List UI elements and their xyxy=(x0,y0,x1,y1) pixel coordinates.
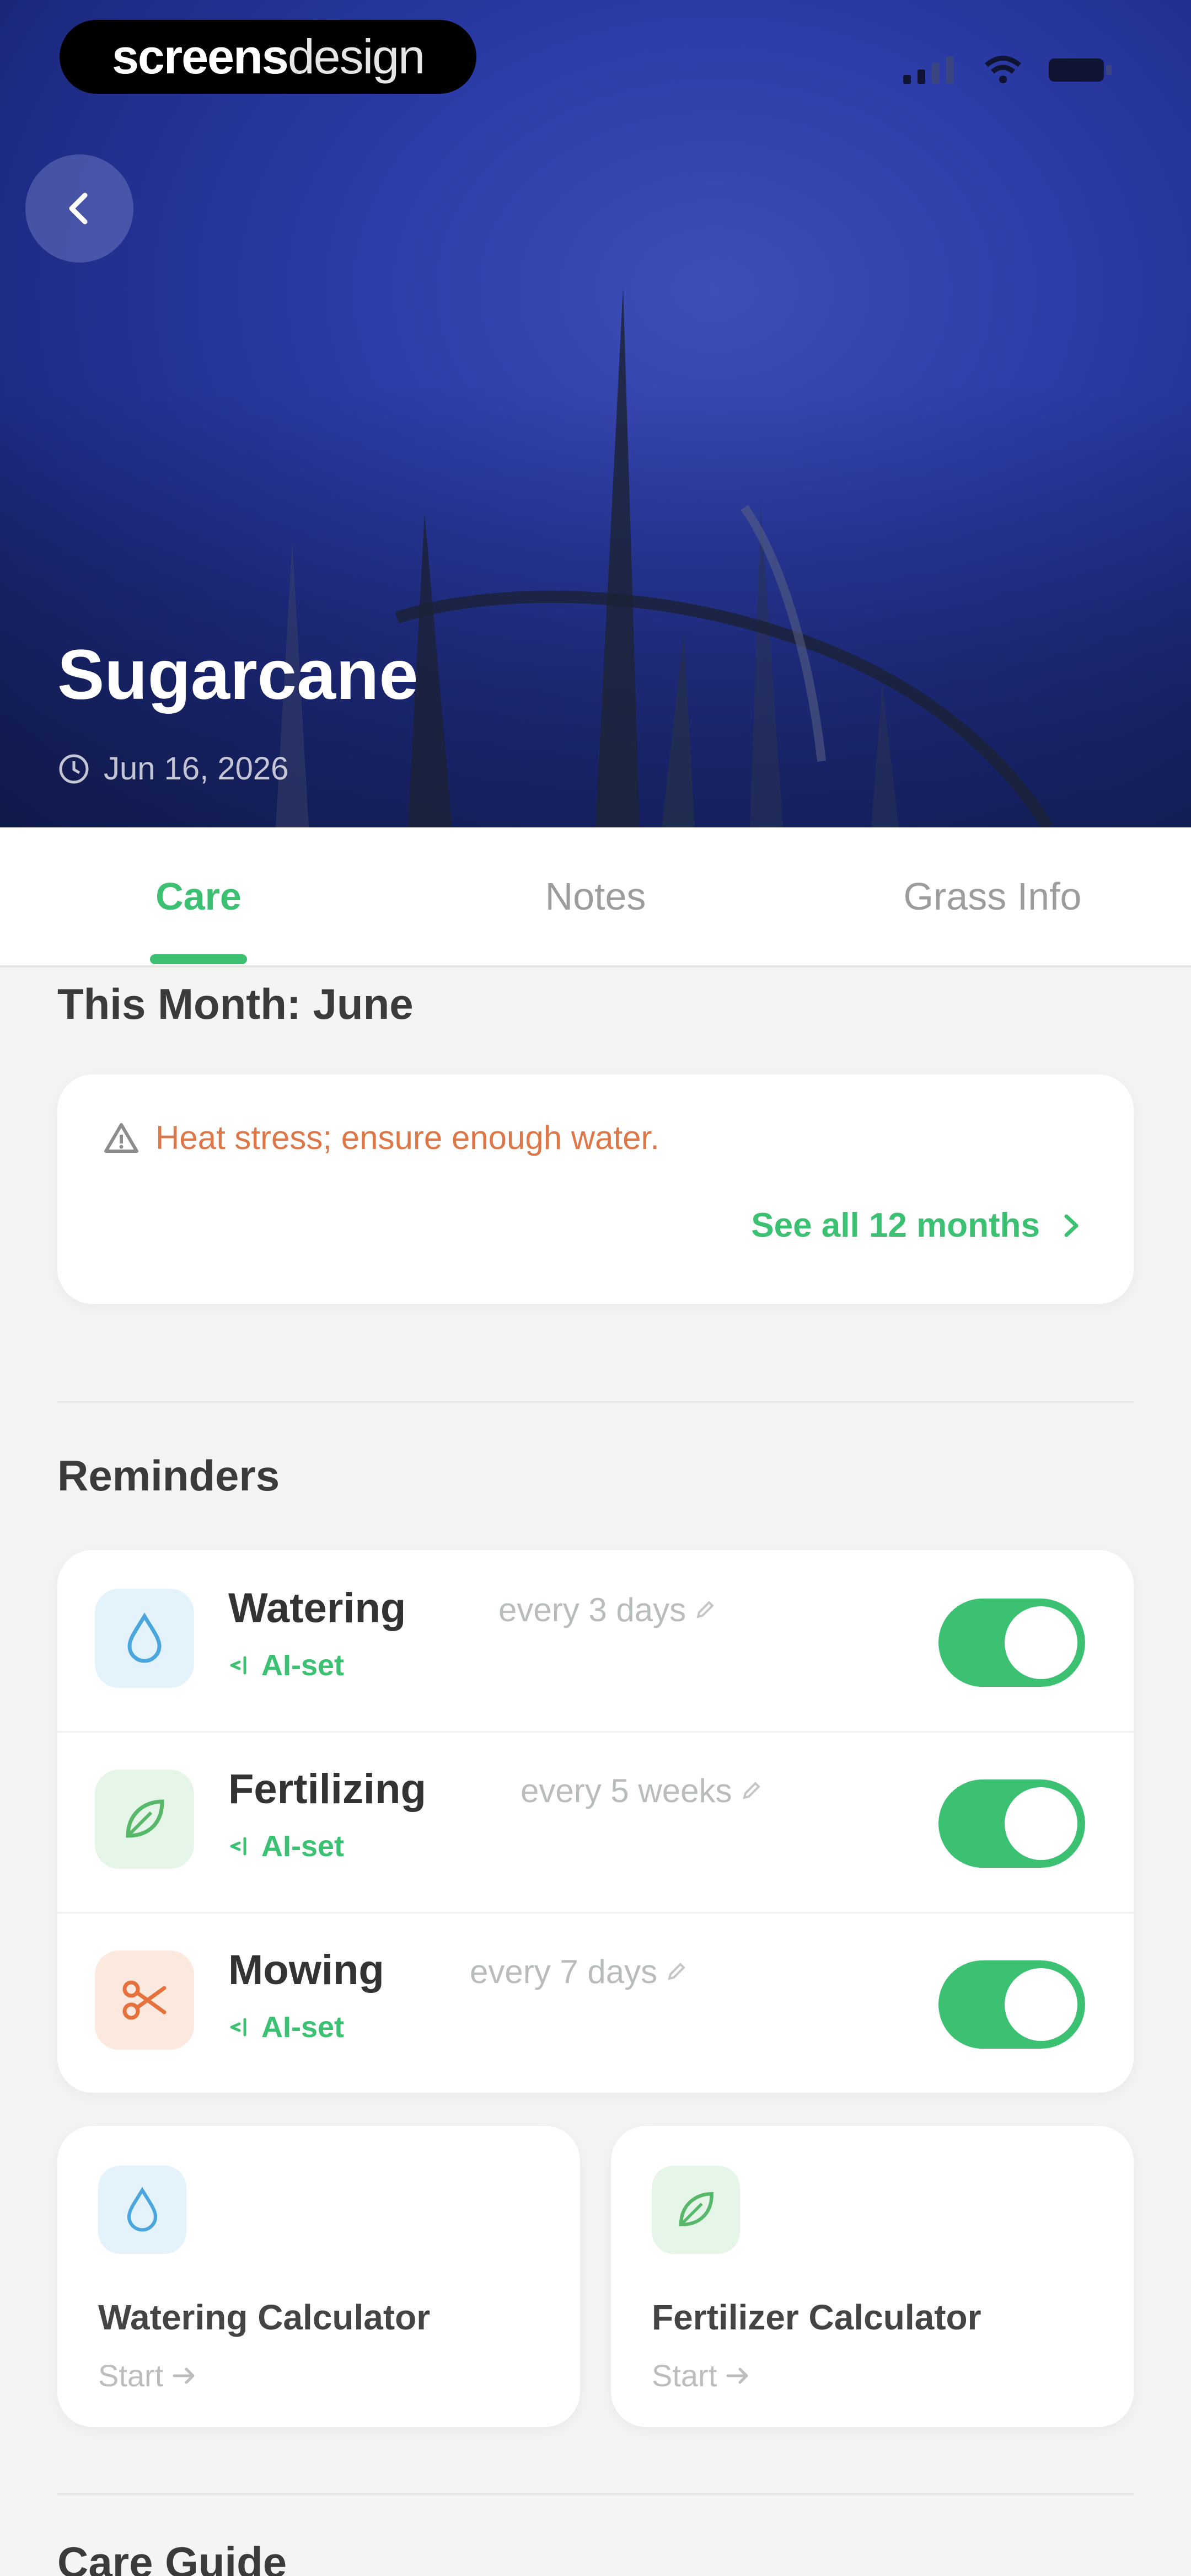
see-all-label: See all 12 months xyxy=(751,1206,1040,1244)
ai-set-badge: AI-set xyxy=(228,2010,344,2044)
reminder-icon-bg xyxy=(95,1770,194,1869)
brand-logo: screens design xyxy=(60,20,476,94)
warning-icon xyxy=(104,1123,138,1153)
plant-detail-screen: screens design Sugarcane Jun 16, 2026 Ca… xyxy=(0,0,1191,2576)
tab-notes[interactable]: Notes xyxy=(397,827,794,965)
edit-pencil-icon xyxy=(696,1600,715,1618)
calculator-start-link[interactable]: Start xyxy=(652,2358,751,2393)
care-guide-title: Care Guide xyxy=(57,2538,287,2576)
ai-set-label: AI-set xyxy=(261,2011,345,2044)
sparkle-icon xyxy=(230,1837,246,1856)
status-bar xyxy=(903,53,1114,86)
arrow-right-icon xyxy=(726,2367,748,2383)
plant-date: Jun 16, 2026 xyxy=(57,750,288,787)
start-label: Start xyxy=(98,2358,164,2393)
alert-row: Heat stress; ensure enough water. xyxy=(104,1119,659,1157)
ai-set-badge: AI-set xyxy=(228,1829,344,1863)
ai-set-label: AI-set xyxy=(261,1830,345,1863)
watering-calculator-card[interactable]: Watering Calculator Start xyxy=(57,2126,580,2427)
fertilizer-calculator-card[interactable]: Fertilizer Calculator Start xyxy=(611,2126,1134,2427)
reminder-row-watering[interactable]: Watering every 3 days AI-set xyxy=(57,1550,1134,1731)
edit-pencil-icon xyxy=(742,1781,760,1799)
back-button[interactable] xyxy=(25,154,133,263)
reminder-icon-bg xyxy=(95,1950,194,2050)
calculator-start-link[interactable]: Start xyxy=(98,2358,197,2393)
scissors-icon xyxy=(122,1980,167,2020)
reminders-card: Watering every 3 days AI-set Fertilizing… xyxy=(57,1550,1134,2093)
tab-care[interactable]: Care xyxy=(0,827,397,965)
reminder-name: Mowing xyxy=(228,1947,384,1994)
start-label: Start xyxy=(652,2358,717,2393)
ai-set-label: AI-set xyxy=(261,1649,345,1682)
reminder-name: Fertilizing xyxy=(228,1766,426,1813)
alert-text: Heat stress; ensure enough water. xyxy=(155,1119,659,1156)
sparkle-icon xyxy=(230,2018,246,2037)
tab-bar: Care Notes Grass Info xyxy=(0,827,1191,968)
edit-pencil-icon xyxy=(668,1962,686,1980)
signal-icon xyxy=(903,56,954,84)
brand-light: design xyxy=(287,29,425,84)
month-title: This Month: June xyxy=(57,980,414,1028)
calculator-icon-bg xyxy=(652,2166,740,2254)
toggle-knob xyxy=(1005,1606,1077,1679)
brand-bold: screens xyxy=(111,29,289,84)
battery-icon xyxy=(1049,58,1112,82)
ai-set-badge: AI-set xyxy=(228,1648,344,1682)
chevron-right-icon xyxy=(1064,1214,1079,1237)
wifi-icon xyxy=(985,56,1021,83)
section-divider xyxy=(57,1401,1134,1403)
sparkle-icon xyxy=(230,1656,246,1675)
reminder-name: Watering xyxy=(228,1585,406,1632)
reminder-icon-bg xyxy=(95,1589,194,1688)
plant-date-text: Jun 16, 2026 xyxy=(104,751,289,787)
fertilizing-toggle[interactable] xyxy=(938,1779,1085,1868)
calculator-title: Fertilizer Calculator xyxy=(652,2297,981,2337)
clock-icon xyxy=(59,754,89,783)
toggle-knob xyxy=(1005,1968,1077,2041)
reminder-frequency-text: every 3 days xyxy=(498,1591,686,1628)
arrow-right-icon xyxy=(173,2367,195,2383)
reminder-frequency-text: every 7 days xyxy=(470,1953,658,1990)
reminder-frequency[interactable]: every 7 days xyxy=(470,1953,687,1991)
watering-toggle[interactable] xyxy=(938,1599,1085,1687)
reminder-frequency-text: every 5 weeks xyxy=(521,1772,732,1809)
plant-name: Sugarcane xyxy=(57,635,419,714)
calculator-icon-bg xyxy=(98,2166,186,2254)
reminder-row-fertilizing[interactable]: Fertilizing every 5 weeks AI-set xyxy=(57,1731,1134,1912)
see-all-months-link[interactable]: See all 12 months xyxy=(751,1206,1081,1245)
reminder-frequency[interactable]: every 5 weeks xyxy=(521,1772,762,1810)
water-drop-icon xyxy=(127,1612,162,1663)
reminder-row-mowing[interactable]: Mowing every 7 days AI-set xyxy=(57,1912,1134,2093)
leaf-icon xyxy=(126,1799,164,1838)
chevron-left-icon xyxy=(69,193,88,225)
reminder-frequency[interactable]: every 3 days xyxy=(498,1591,716,1629)
mowing-toggle[interactable] xyxy=(938,1960,1085,2049)
water-drop-icon xyxy=(127,2187,158,2232)
month-card: Heat stress; ensure enough water. See al… xyxy=(57,1075,1134,1304)
tab-grass-info[interactable]: Grass Info xyxy=(794,827,1191,965)
hero-image: screens design Sugarcane Jun 16, 2026 xyxy=(0,0,1191,827)
active-tab-indicator xyxy=(150,954,247,964)
reminders-title: Reminders xyxy=(57,1451,280,1500)
toggle-knob xyxy=(1005,1787,1077,1860)
leaf-icon xyxy=(679,2192,713,2227)
section-divider xyxy=(57,2493,1134,2495)
calculator-title: Watering Calculator xyxy=(98,2297,431,2337)
